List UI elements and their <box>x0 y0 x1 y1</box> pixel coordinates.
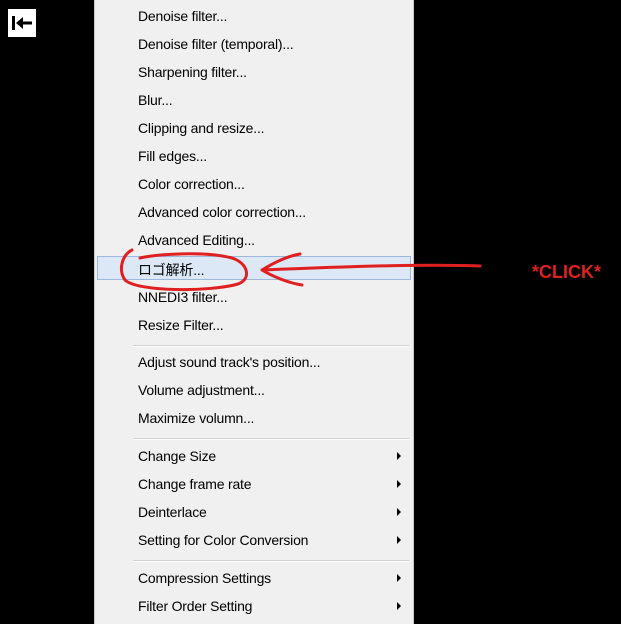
submenu-arrow-icon <box>397 480 401 488</box>
menu-item-resize-filter[interactable]: Resize Filter... <box>97 313 411 337</box>
menu-item-label: NNEDI3 filter... <box>138 289 228 305</box>
submenu-arrow-icon <box>397 508 401 516</box>
screen: Denoise filter... Denoise filter (tempor… <box>0 0 621 624</box>
menu-separator <box>133 345 409 347</box>
menu-item-label: Setting for Color Conversion <box>138 532 309 548</box>
menu-item-label: Maximize volumn... <box>138 410 255 426</box>
menu-item-label: Blur... <box>138 92 173 108</box>
menu-item-label: Denoise filter... <box>138 8 228 24</box>
arrow-to-left-bar-icon <box>12 16 32 30</box>
menu-item-denoise-filter[interactable]: Denoise filter... <box>97 4 411 28</box>
menu-item-clipping-and-resize[interactable]: Clipping and resize... <box>97 116 411 140</box>
menu-item-label: Sharpening filter... <box>138 64 247 80</box>
menu-item-change-size[interactable]: Change Size <box>97 444 411 468</box>
menu-item-denoise-filter-temporal[interactable]: Denoise filter (temporal)... <box>97 32 411 56</box>
menu-item-blur[interactable]: Blur... <box>97 88 411 112</box>
menu-item-filter-order-setting[interactable]: Filter Order Setting <box>97 594 411 618</box>
submenu-arrow-icon <box>397 536 401 544</box>
click-annotation-text: *CLICK* <box>532 262 602 282</box>
menu-item-setting-for-color-conversion[interactable]: Setting for Color Conversion <box>97 528 411 552</box>
menu-item-advanced-color-correction[interactable]: Advanced color correction... <box>97 200 411 224</box>
menu-item-label: Change frame rate <box>138 476 252 492</box>
menu-item-deinterlace[interactable]: Deinterlace <box>97 500 411 524</box>
menu-item-label: Denoise filter (temporal)... <box>138 36 294 52</box>
submenu-arrow-icon <box>397 452 401 460</box>
menu-separator <box>133 438 409 440</box>
menu-item-label: Deinterlace <box>138 504 207 520</box>
menu-item-adjust-sound-track-position[interactable]: Adjust sound track's position... <box>97 350 411 374</box>
menu-item-label: Color correction... <box>138 176 245 192</box>
menu-item-label: ロゴ解析... <box>138 262 205 278</box>
menu-item-advanced-editing[interactable]: Advanced Editing... <box>97 228 411 252</box>
menu-item-fill-edges[interactable]: Fill edges... <box>97 144 411 168</box>
menu-item-sharpening-filter[interactable]: Sharpening filter... <box>97 60 411 84</box>
menu-item-label: Adjust sound track's position... <box>138 354 321 370</box>
submenu-arrow-icon <box>397 574 401 582</box>
menu-separator <box>133 560 409 562</box>
menu-item-maximize-volume[interactable]: Maximize volumn... <box>97 406 411 430</box>
menu-item-logo-analysis[interactable]: ロゴ解析... <box>97 256 411 280</box>
context-menu: Denoise filter... Denoise filter (tempor… <box>94 0 414 624</box>
menu-item-color-correction[interactable]: Color correction... <box>97 172 411 196</box>
menu-item-label: Compression Settings <box>138 570 271 586</box>
menu-item-volume-adjustment[interactable]: Volume adjustment... <box>97 378 411 402</box>
submenu-arrow-icon <box>397 602 401 610</box>
menu-item-label: Volume adjustment... <box>138 382 265 398</box>
menu-item-change-frame-rate[interactable]: Change frame rate <box>97 472 411 496</box>
menu-item-compression-settings[interactable]: Compression Settings <box>97 566 411 590</box>
menu-item-label: Advanced Editing... <box>138 232 255 248</box>
menu-item-label: Resize Filter... <box>138 317 224 333</box>
back-button[interactable] <box>8 9 36 37</box>
menu-item-label: Advanced color correction... <box>138 204 306 220</box>
menu-item-label: Clipping and resize... <box>138 120 265 136</box>
menu-item-label: Filter Order Setting <box>138 598 253 614</box>
menu-item-label: Change Size <box>138 448 216 464</box>
menu-item-label: Fill edges... <box>138 148 207 164</box>
menu-item-nnedi3-filter[interactable]: NNEDI3 filter... <box>97 285 411 309</box>
